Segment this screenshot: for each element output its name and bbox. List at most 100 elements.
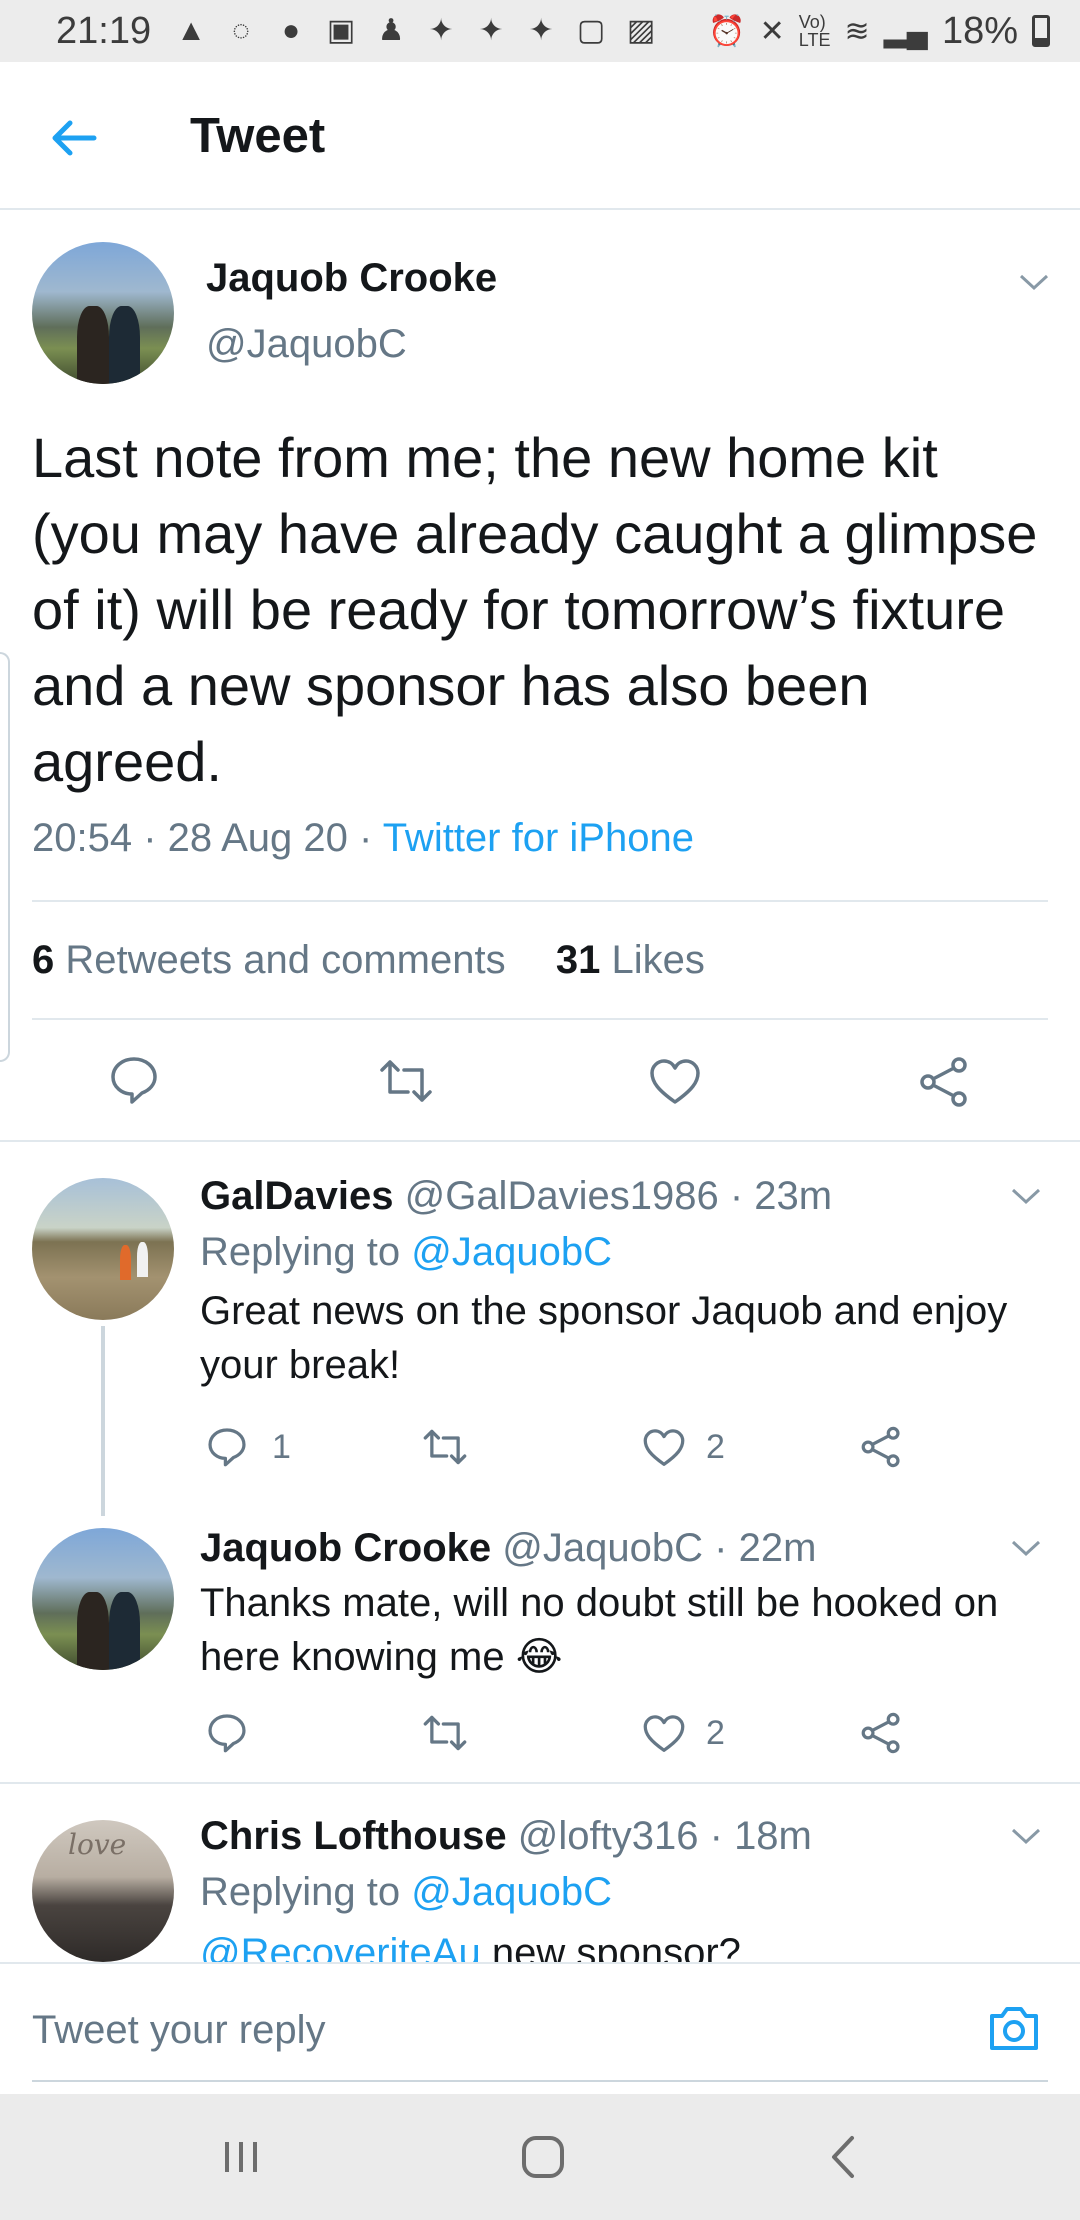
avatar[interactable] [32,242,174,384]
share-icon[interactable] [918,1056,970,1108]
divider [32,1018,1048,1020]
engagement-counts: 6 Retweets and comments 31 Likes [32,938,705,983]
reply-tweet[interactable]: love Chris Lofthouse @lofty316 · 18m Rep… [0,1786,1080,1962]
reply-icon[interactable] [206,1712,248,1754]
like-icon[interactable] [648,1058,702,1106]
reply-author-handle[interactable]: @lofty316 [518,1814,699,1858]
battery-text: 18% [941,9,1018,52]
reply-tweet[interactable]: Jaquob Crooke @JaquobC · 22m Thanks mate… [0,1504,1080,1784]
twitter-icon: ✦ [528,14,554,47]
likes-stat[interactable]: 31 Likes [556,938,705,982]
home-icon[interactable] [518,2132,568,2182]
retweets-label: Retweets and comments [65,938,506,982]
back-arrow-icon[interactable] [46,110,102,166]
replying-to: Replying to @JaquobC [200,1870,612,1915]
avatar-love-sign: love [68,1828,127,1861]
likes-label: Likes [611,938,705,982]
chevron-down-icon[interactable] [1010,1186,1042,1206]
reply-icon[interactable] [206,1426,248,1468]
chevron-down-icon[interactable] [1010,1826,1042,1846]
twitter-icon: ✦ [428,14,454,47]
twitter-icon: ✦ [478,14,504,47]
share-icon[interactable] [860,1426,902,1468]
whatsapp-icon: ◌ [232,14,250,47]
reply-author-name[interactable]: Jaquob Crooke [200,1526,491,1570]
tweet-source-link[interactable]: Twitter for iPhone [383,816,694,860]
tweet-time: 20:54 [32,816,133,860]
tweet-date: 28 Aug 20 [167,816,348,860]
notification-icons: ▲ ◌ ● ▣ ♟ ✦ ✦ ✦ ▢ ▨ [173,13,659,49]
chevron-down-icon[interactable] [1018,272,1050,292]
meta-separator: · [714,1526,739,1570]
battery-icon [1032,15,1050,47]
meta-separator: · [729,1174,755,1218]
like-icon[interactable] [642,1714,686,1754]
status-bar: 21:19 ▲ ◌ ● ▣ ♟ ✦ ✦ ✦ ▢ ▨ ⏰ ✕ Vo) LTE ≋ ▂… [0,0,1080,62]
reply-author-name[interactable]: GalDavies [200,1174,393,1218]
reply-text: Thanks mate, will no doubt still be hook… [200,1581,999,1679]
replying-prefix: Replying to [200,1230,401,1274]
author-name[interactable]: Jaquob Crooke [206,256,497,301]
w-icon: ▣ [326,14,356,47]
reply-icon[interactable] [108,1054,160,1106]
facebook-icon: ● [282,14,301,47]
camera-icon[interactable] [986,2000,1042,2056]
chevron-down-icon[interactable] [1010,1538,1042,1558]
retweet-icon[interactable] [378,1058,434,1104]
reply-tweet[interactable]: GalDavies @GalDavies1986 · 23m Replying … [0,1144,1080,1516]
avatar-figure [137,1241,149,1278]
reply-header: Jaquob Crooke @JaquobC · 22m [200,1526,816,1571]
alert-icon: ▲ [176,14,206,47]
reply-header: Chris Lofthouse @lofty316 · 18m [200,1814,812,1859]
replying-to-link[interactable]: @JaquobC [411,1870,612,1914]
avatar-figure [108,1591,140,1670]
reply-author-name[interactable]: Chris Lofthouse [200,1814,507,1858]
reply-age: 23m [754,1174,833,1218]
replying-to-link[interactable]: @JaquobC [411,1230,612,1274]
reply-author-handle[interactable]: @GalDavies1986 [405,1174,719,1218]
retweets-stat[interactable]: 6 Retweets and comments [32,938,506,982]
reply-age: 18m [734,1814,812,1858]
back-icon[interactable] [820,2132,870,2182]
divider [32,900,1048,902]
reply-input-underline [32,2080,1048,2082]
thread-line [101,1326,105,1516]
tweet-text: Last note from me; the new home kit (you… [32,426,1038,793]
alarm-icon: ⏰ [708,14,746,48]
system-nav-bar [0,2094,1080,2220]
status-time: 21:19 [56,9,152,52]
retweets-count: 6 [32,938,55,982]
retweet-icon[interactable] [422,1714,468,1752]
app-icon: ▢ [576,14,606,47]
reply-composer: Tweet your reply [0,1962,1080,2092]
mute-icon: ✕ [759,14,785,48]
reply-header: GalDavies @GalDavies1986 · 23m [200,1174,832,1219]
like-count: 2 [706,1428,725,1466]
page-title: Tweet [190,109,326,163]
replying-prefix: Replying to [200,1870,401,1914]
avatar[interactable] [32,1528,174,1670]
like-icon[interactable] [642,1428,686,1468]
app-header: Tweet [0,62,1080,210]
reply-text: Great news on the sponsor Jaquob and enj… [200,1289,1008,1387]
reply-text: @RecoveriteAu new sponsor? [200,1926,1050,1962]
likes-count: 31 [555,938,601,982]
share-icon[interactable] [860,1712,902,1754]
meta-separator: · [358,816,383,860]
like-count: 2 [706,1714,725,1752]
image-icon: ▨ [626,14,656,47]
reply-input[interactable]: Tweet your reply [32,2008,325,2053]
reply-author-handle[interactable]: @JaquobC [502,1526,703,1570]
reply-age: 22m [738,1526,817,1570]
mention-link[interactable]: @RecoveriteAu [200,1931,481,1962]
recent-apps-icon[interactable] [216,2132,266,2182]
reply-text-rest: new sponsor? [491,1931,741,1962]
retweet-icon[interactable] [422,1428,468,1466]
app-icon: ♟ [377,14,405,47]
author-handle[interactable]: @JaquobC [206,322,407,367]
signal-icon: ▂▄ [883,14,928,48]
wifi-icon: ≋ [844,14,870,48]
avatar[interactable] [32,1178,174,1320]
avatar-figure [120,1244,132,1281]
avatar[interactable]: love [32,1820,174,1962]
